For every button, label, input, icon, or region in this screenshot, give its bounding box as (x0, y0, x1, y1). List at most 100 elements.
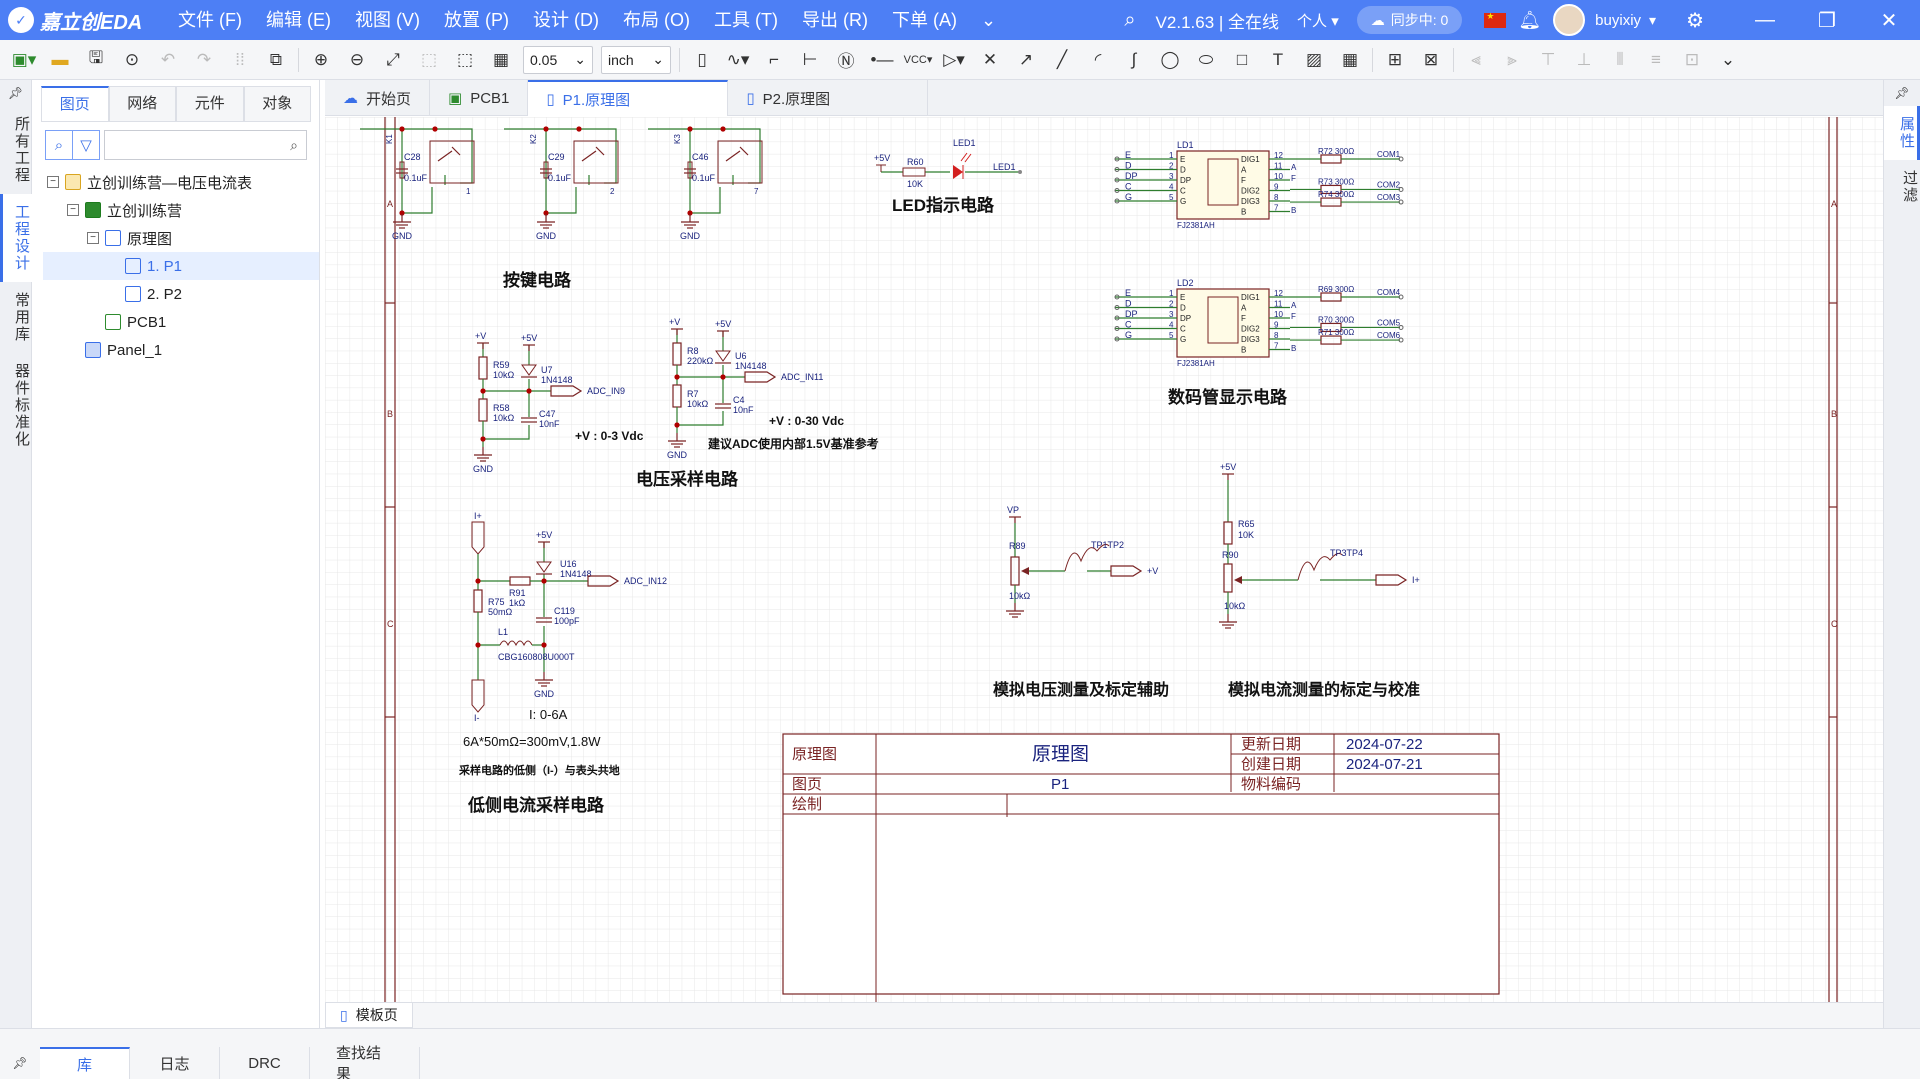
menu-view[interactable]: 视图 (V) (343, 0, 432, 40)
junction-icon[interactable]: •— (864, 43, 900, 77)
sync-status-button[interactable]: ☁ 同步中: 0 (1356, 6, 1463, 34)
gear-icon[interactable]: ⚙ (1686, 8, 1704, 33)
tab-pcb1[interactable]: ▣ PCB1 (430, 80, 529, 116)
zoom-select-icon[interactable]: ⬚ (411, 43, 447, 77)
search-mode-icon[interactable]: ⌕ (45, 130, 73, 160)
align-left-icon[interactable]: ⫷ (1458, 43, 1494, 77)
rail-tab-device-standard[interactable]: 器件标准化 (0, 353, 32, 458)
net-label-icon[interactable]: Ⓝ (828, 43, 864, 77)
bottom-tab-log[interactable]: 日志 (130, 1047, 220, 1079)
maximize-button[interactable]: ❐ (1796, 0, 1858, 40)
toolbar-more-icon[interactable]: ⌄ (1710, 43, 1746, 77)
schematic-canvas[interactable]: A B C A B C GND K1 C28 0.1uF 1 GND K2 C29 0.1uF 2… (325, 117, 1883, 1002)
grid-icon[interactable]: ▦ (483, 43, 519, 77)
language-flag-icon[interactable] (1484, 11, 1507, 28)
search-icon[interactable]: ⌕ (1124, 9, 1135, 32)
rail-tab-properties[interactable]: 属性 (1884, 106, 1920, 160)
avatar[interactable] (1553, 4, 1586, 36)
pin-icon[interactable]: 📌︎ (0, 1047, 40, 1079)
collapse-icon[interactable]: − (47, 176, 59, 188)
align-grid-icon[interactable]: ⊡ (1674, 43, 1710, 77)
pin-icon[interactable]: 📌︎ (1884, 80, 1920, 106)
align-bottom-icon[interactable]: ⊥ (1566, 43, 1602, 77)
menu-layout[interactable]: 布局 (O) (611, 0, 702, 40)
menu-design[interactable]: 设计 (D) (521, 0, 611, 40)
bell-icon[interactable]: 🔔︎ (1518, 10, 1541, 31)
tab-start-page[interactable]: ☁ 开始页 (325, 80, 431, 116)
save-all-icon[interactable]: ⊙ (114, 43, 150, 77)
zoom-in-icon[interactable]: ⊕ (303, 43, 339, 77)
undo-icon[interactable]: ↶ (150, 43, 186, 77)
rail-tab-project-design[interactable]: 工程设计 (0, 194, 32, 282)
find-icon[interactable]: ⧉ (258, 43, 294, 77)
annotate-icon[interactable]: ⊞ (1377, 43, 1413, 77)
save-icon[interactable]: 🖫︎ (78, 43, 114, 77)
filter-icon[interactable]: ▽ (72, 130, 100, 160)
sheet-tab-template[interactable]: ▯ 模板页 (325, 1003, 413, 1028)
menu-tools[interactable]: 工具 (T) (702, 0, 790, 40)
collapse-icon[interactable]: − (87, 232, 99, 244)
tab-p1-schematic[interactable]: ▯ P1.原理图 (528, 80, 729, 116)
grid-size-select[interactable]: 0.05 ⌄ (523, 45, 593, 74)
tab-nets[interactable]: 网络 (108, 86, 176, 121)
menu-file[interactable]: 文件 (F) (166, 0, 254, 40)
line-icon[interactable]: ╱ (1044, 43, 1080, 77)
align-top-icon[interactable]: ⊤ (1530, 43, 1566, 77)
user-dropdown-icon[interactable]: ▾ (1649, 12, 1656, 29)
pin-icon[interactable]: 📌︎ (0, 80, 31, 106)
rail-tab-all-projects[interactable]: 所有工程 (0, 106, 32, 194)
rectangle-icon[interactable]: □ (1224, 43, 1260, 77)
menu-edit[interactable]: 编辑 (E) (254, 0, 343, 40)
bezier-icon[interactable]: ∫ (1116, 43, 1152, 77)
bottom-tab-find-results[interactable]: 查找结果 (310, 1045, 420, 1079)
circle-icon[interactable]: ◯ (1152, 43, 1188, 77)
tab-objects[interactable]: 对象 (243, 86, 311, 121)
menu-order[interactable]: 下单 (A) (880, 0, 969, 40)
rail-tab-common-lib[interactable]: 常用库 (0, 282, 32, 353)
tab-sheets[interactable]: 图页 (41, 86, 109, 121)
close-button[interactable]: ✕ (1858, 0, 1920, 40)
distribute-v-icon[interactable]: ≡ (1638, 43, 1674, 77)
pcb-update-icon[interactable]: ⊠ (1413, 43, 1449, 77)
wire-icon[interactable]: ∿▾ (720, 43, 756, 77)
text-icon[interactable]: T (1260, 43, 1296, 77)
new-file-icon[interactable]: ▣▾ (6, 43, 42, 77)
bottom-tab-library[interactable]: 库 (40, 1047, 130, 1079)
arc-icon[interactable]: ◜ (1080, 43, 1116, 77)
bus-icon[interactable]: ⌐ (756, 43, 792, 77)
panel-search-input[interactable]: ⌕ (104, 130, 307, 160)
tab-p2-schematic[interactable]: ▯ P2.原理图 (728, 80, 929, 116)
tab-components[interactable]: 元件 (176, 86, 244, 121)
minimize-button[interactable]: — (1734, 0, 1796, 40)
redo-icon[interactable]: ↷ (186, 43, 222, 77)
distribute-h-icon[interactable]: ⦀ (1602, 43, 1638, 77)
tree-item-sheet-p2[interactable]: 2. P2 (43, 280, 319, 308)
group-icon[interactable]: ⁞⁞ (222, 43, 258, 77)
vcc-icon[interactable]: VCC▾ (900, 43, 936, 77)
align-right-icon[interactable]: ⫸ (1494, 43, 1530, 77)
image-icon[interactable]: ▨ (1296, 43, 1332, 77)
open-folder-icon[interactable]: ▬ (42, 43, 78, 77)
zoom-out-icon[interactable]: ⊖ (339, 43, 375, 77)
tree-item-project[interactable]: − 立创训练营—电压电流表 (43, 168, 319, 196)
zoom-area-icon[interactable]: ⬚ (447, 43, 483, 77)
pin-icon[interactable]: ↗ (1008, 43, 1044, 77)
tree-item-pcb[interactable]: PCB1 (43, 308, 319, 336)
tree-item-board[interactable]: − 立创训练营 (43, 196, 319, 224)
user-name[interactable]: buyixiy (1595, 12, 1641, 29)
net-port-icon[interactable]: ▷▾ (936, 43, 972, 77)
component-icon[interactable]: ▯ (684, 43, 720, 77)
no-connect-icon[interactable]: ✕ (972, 43, 1008, 77)
bus-entry-icon[interactable]: ⊢ (792, 43, 828, 77)
fit-view-icon[interactable]: ⤢ (375, 43, 411, 77)
tree-item-schematic[interactable]: − 原理图 (43, 224, 319, 252)
ellipse-icon[interactable]: ⬭ (1188, 43, 1224, 77)
table-icon[interactable]: ▦ (1332, 43, 1368, 77)
workspace-select[interactable]: 个人 ▾ (1297, 10, 1339, 31)
tree-item-sheet-p1[interactable]: 1. P1 (43, 252, 319, 280)
menu-more-icon[interactable]: ⌄ (969, 0, 1008, 40)
unit-select[interactable]: inch ⌄ (601, 45, 671, 74)
menu-place[interactable]: 放置 (P) (432, 0, 521, 40)
bottom-tab-drc[interactable]: DRC (220, 1047, 310, 1079)
collapse-icon[interactable]: − (67, 204, 79, 216)
